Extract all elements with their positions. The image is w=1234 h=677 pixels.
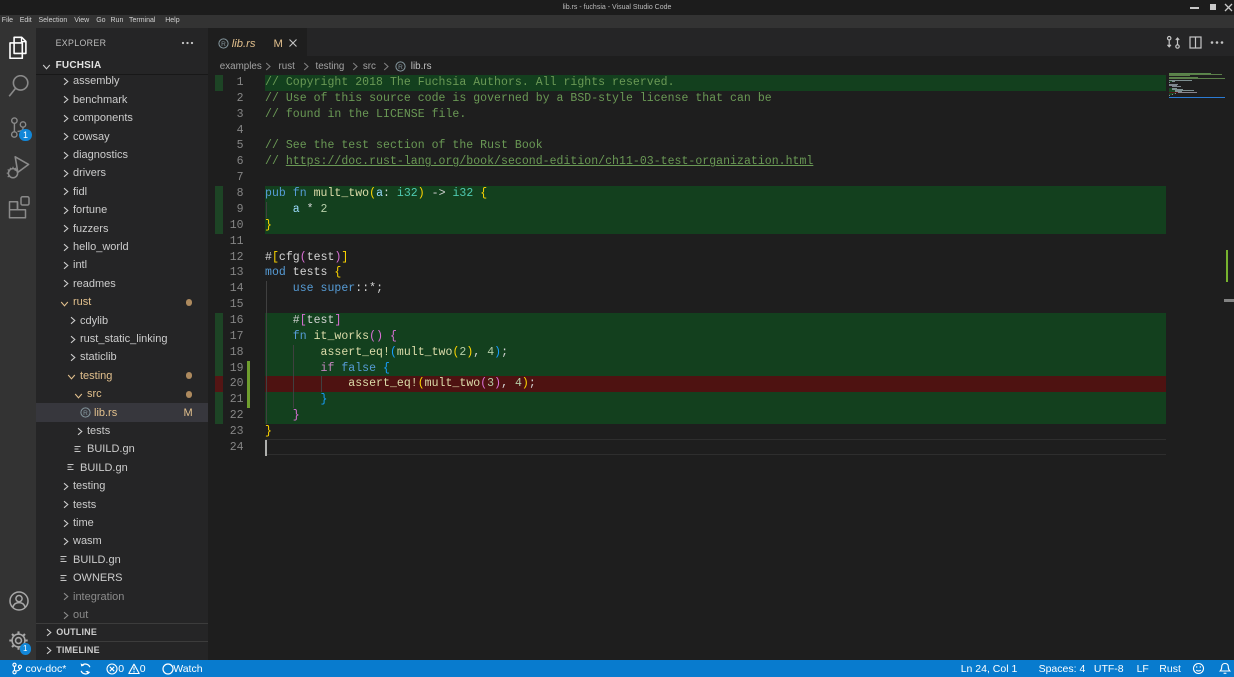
svg-text:R: R <box>221 40 226 47</box>
svg-text:R: R <box>398 63 403 70</box>
svg-text:R: R <box>83 410 88 417</box>
